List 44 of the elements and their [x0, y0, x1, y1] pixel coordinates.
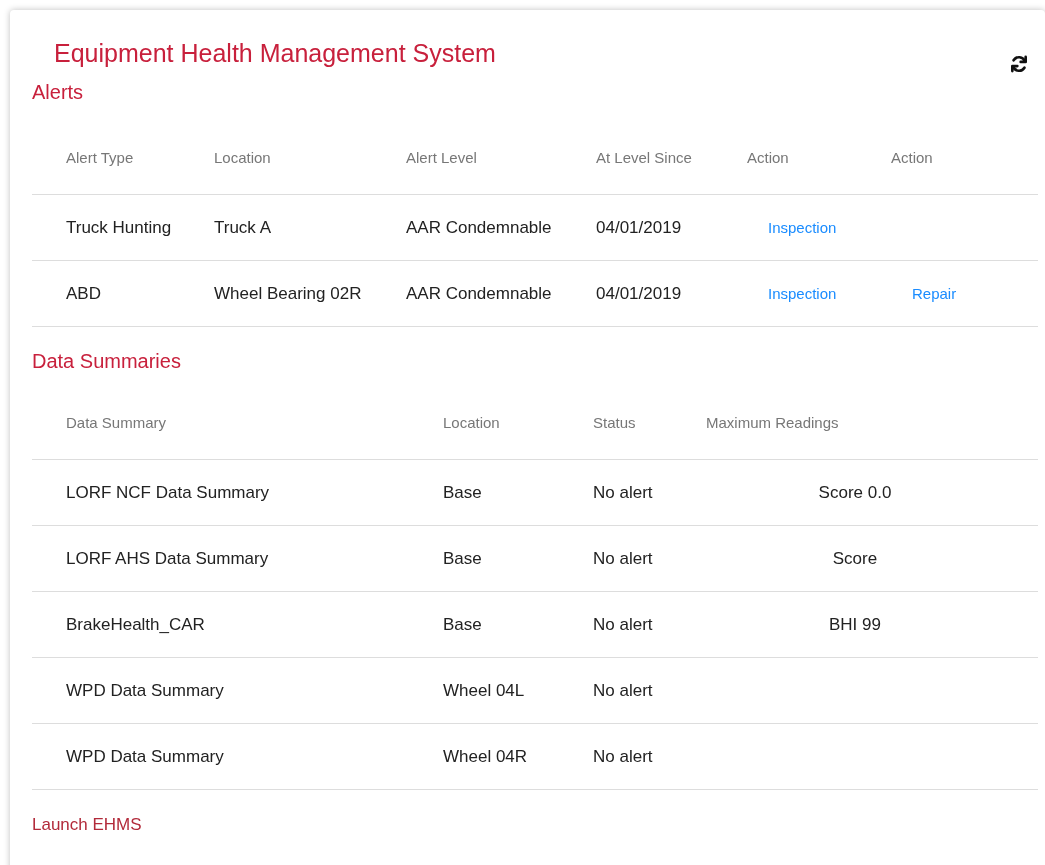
table-cell: Wheel 04R — [443, 746, 528, 766]
table-cell: No alert — [593, 548, 653, 568]
table-cell: Wheel 04L — [443, 680, 525, 700]
table-cell: Score 0.0 — [818, 482, 892, 502]
table-cell: WPD Data Summary — [66, 680, 224, 700]
action-link[interactable]: Inspection — [768, 218, 837, 236]
column-header: Maximum Readings — [706, 414, 839, 431]
section-heading: Data Summaries — [32, 349, 181, 374]
column-header: Location — [214, 149, 271, 166]
column-header: Data Summary — [66, 414, 167, 431]
table-cell: No alert — [593, 746, 653, 766]
column-header: Action — [891, 149, 933, 166]
column-header: At Level Since — [596, 149, 692, 166]
action-link[interactable]: Repair — [912, 284, 957, 302]
table-cell: AAR Condemnable — [406, 217, 552, 237]
table-cell: Truck Hunting — [66, 217, 172, 237]
table-cell: LORF AHS Data Summary — [66, 548, 269, 568]
launch-link[interactable]: Launch EHMS — [32, 812, 142, 838]
table-cell: Wheel Bearing 02R — [214, 283, 362, 303]
table-cell: BrakeHealth_CAR — [66, 614, 205, 634]
table-cell: AAR Condemnable — [406, 283, 552, 303]
table-cell: BHI 99 — [829, 614, 881, 634]
refresh-icon[interactable] — [1009, 54, 1029, 74]
column-header: Status — [593, 414, 636, 431]
table-cell: No alert — [593, 680, 653, 700]
page-title: Equipment Health Management System — [54, 38, 496, 68]
table-cell: No alert — [593, 482, 653, 502]
table-cell: 04/01/2019 — [596, 283, 682, 303]
table-cell: WPD Data Summary — [66, 746, 224, 766]
table-cell: ABD — [66, 283, 101, 303]
table-cell: Score — [832, 548, 878, 568]
action-link[interactable]: Inspection — [768, 284, 837, 302]
table-cell: LORF NCF Data Summary — [66, 482, 270, 502]
column-header: Alert Type — [66, 149, 134, 166]
section-heading: Alerts — [32, 80, 84, 105]
column-header: Location — [443, 414, 500, 431]
table-cell: Truck A — [214, 217, 271, 237]
column-header: Alert Level — [406, 149, 477, 166]
table-cell: 04/01/2019 — [596, 217, 682, 237]
table-cell: Base — [443, 614, 482, 634]
table-cell: Base — [443, 548, 482, 568]
table-cell: No alert — [593, 614, 653, 634]
table-cell: Base — [443, 482, 482, 502]
column-header: Action — [747, 149, 789, 166]
